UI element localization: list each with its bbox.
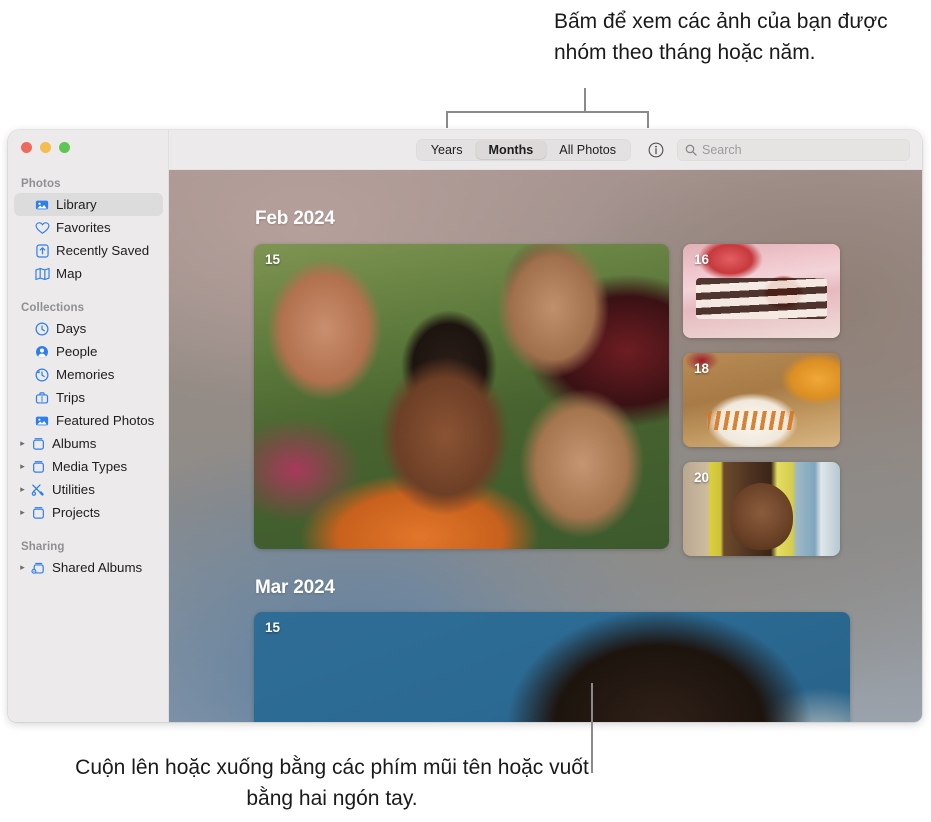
sidebar-item-media-types[interactable]: ▸ Media Types bbox=[14, 455, 163, 478]
search-input[interactable]: Search bbox=[677, 139, 910, 161]
day-badge: 18 bbox=[694, 361, 710, 376]
photo-grid-scroll-area[interactable]: Feb 2024 15 16 18 20 Mar 2024 15 bbox=[169, 170, 922, 722]
sidebar-item-label: Favorites bbox=[56, 220, 111, 235]
beach-portrait-photo[interactable]: 20 bbox=[683, 462, 840, 556]
library-icon bbox=[32, 198, 52, 212]
sidebar-item-label: Albums bbox=[52, 436, 97, 451]
sidebar-section-sharing-heading: Sharing bbox=[21, 541, 65, 553]
person-icon bbox=[32, 345, 52, 359]
close-button[interactable] bbox=[21, 142, 32, 153]
cake-slice-photo[interactable]: 16 bbox=[683, 244, 840, 338]
album-icon bbox=[28, 460, 48, 474]
sidebar-item-label: Shared Albums bbox=[52, 560, 143, 575]
chevron-right-icon[interactable]: ▸ bbox=[17, 462, 28, 471]
sidebar-item-shared-albums[interactable]: ▸ Shared Albums bbox=[14, 556, 163, 579]
plated-food-photo[interactable]: 18 bbox=[683, 353, 840, 447]
shared-album-icon bbox=[28, 561, 48, 575]
sidebar-item-projects[interactable]: ▸ Projects bbox=[14, 501, 163, 524]
sidebar-item-label: Utilities bbox=[52, 482, 95, 497]
clock-icon bbox=[32, 322, 52, 336]
sidebar-item-label: Trips bbox=[56, 390, 86, 405]
sidebar-item-label: Featured Photos bbox=[56, 413, 155, 428]
chevron-right-icon[interactable]: ▸ bbox=[17, 485, 28, 494]
info-icon[interactable] bbox=[645, 139, 667, 161]
callout-text-top: Bấm để xem các ảnh của bạn được nhóm the… bbox=[554, 10, 888, 64]
sidebar: Photos Library Favorites Recently Saved … bbox=[8, 130, 169, 722]
sidebar-item-label: Recently Saved bbox=[56, 243, 150, 258]
day-badge: 20 bbox=[694, 470, 710, 485]
month-header-feb: Feb 2024 bbox=[255, 208, 335, 229]
sidebar-item-map[interactable]: Map bbox=[14, 262, 163, 285]
chevron-right-icon[interactable]: ▸ bbox=[17, 508, 28, 517]
sidebar-item-label: Days bbox=[56, 321, 87, 336]
day-badge: 16 bbox=[694, 252, 710, 267]
search-placeholder: Search bbox=[702, 143, 742, 157]
sidebar-item-label: Projects bbox=[52, 505, 101, 520]
photo-image bbox=[254, 612, 850, 722]
sidebar-item-label: Map bbox=[56, 266, 82, 281]
utilities-icon bbox=[28, 483, 48, 497]
suitcase-icon bbox=[32, 391, 52, 405]
sidebar-item-memories[interactable]: Memories bbox=[14, 363, 163, 386]
sidebar-section-collections-heading: Collections bbox=[21, 302, 85, 314]
tab-all-photos[interactable]: All Photos bbox=[546, 141, 629, 159]
day-badge: 15 bbox=[265, 252, 281, 267]
sidebar-item-days[interactable]: Days bbox=[14, 317, 163, 340]
blue-backdrop-portrait-photo[interactable]: 15 bbox=[254, 612, 850, 722]
sidebar-item-label: Library bbox=[56, 197, 97, 212]
sidebar-section-photos-heading: Photos bbox=[21, 178, 61, 190]
content-area: Years Months All Photos Search Feb 2024 … bbox=[169, 130, 922, 722]
sidebar-item-people[interactable]: People bbox=[14, 340, 163, 363]
minimize-button[interactable] bbox=[40, 142, 51, 153]
featured-photos-icon bbox=[32, 414, 52, 428]
group-selfie-photo[interactable]: 15 bbox=[254, 244, 669, 549]
sidebar-item-label: Media Types bbox=[52, 459, 128, 474]
sidebar-item-favorites[interactable]: Favorites bbox=[14, 216, 163, 239]
memories-icon bbox=[32, 368, 52, 382]
callout-bracket-top bbox=[446, 111, 649, 128]
window-traffic-lights bbox=[21, 142, 70, 153]
callout-leader-line-top bbox=[584, 88, 586, 113]
heart-icon bbox=[32, 221, 52, 235]
album-icon bbox=[28, 506, 48, 520]
sidebar-item-library[interactable]: Library bbox=[14, 193, 163, 216]
sidebar-item-featured-photos[interactable]: Featured Photos bbox=[14, 409, 163, 432]
search-icon bbox=[685, 144, 697, 156]
tab-months[interactable]: Months bbox=[475, 141, 547, 159]
sidebar-item-label: Memories bbox=[56, 367, 115, 382]
sidebar-item-utilities[interactable]: ▸ Utilities bbox=[14, 478, 163, 501]
album-icon bbox=[28, 437, 48, 451]
chevron-right-icon[interactable]: ▸ bbox=[17, 563, 28, 572]
sidebar-item-label: People bbox=[56, 344, 98, 359]
sidebar-item-trips[interactable]: Trips bbox=[14, 386, 163, 409]
month-header-mar: Mar 2024 bbox=[255, 577, 335, 598]
tab-years[interactable]: Years bbox=[418, 141, 476, 159]
zoom-button[interactable] bbox=[59, 142, 70, 153]
photos-app-window: Photos Library Favorites Recently Saved … bbox=[8, 130, 922, 722]
photo-image bbox=[254, 244, 669, 549]
sidebar-item-recently-saved[interactable]: Recently Saved bbox=[14, 239, 163, 262]
map-icon bbox=[32, 267, 52, 281]
recently-saved-icon bbox=[32, 243, 52, 258]
view-mode-segmented-control[interactable]: Years Months All Photos bbox=[415, 139, 631, 161]
callout-text-bottom: Cuộn lên hoặc xuống bằng các phím mũi tê… bbox=[75, 756, 589, 810]
day-badge: 15 bbox=[265, 620, 281, 635]
toolbar: Years Months All Photos Search bbox=[169, 130, 922, 170]
chevron-right-icon[interactable]: ▸ bbox=[17, 439, 28, 448]
sidebar-item-albums[interactable]: ▸ Albums bbox=[14, 432, 163, 455]
